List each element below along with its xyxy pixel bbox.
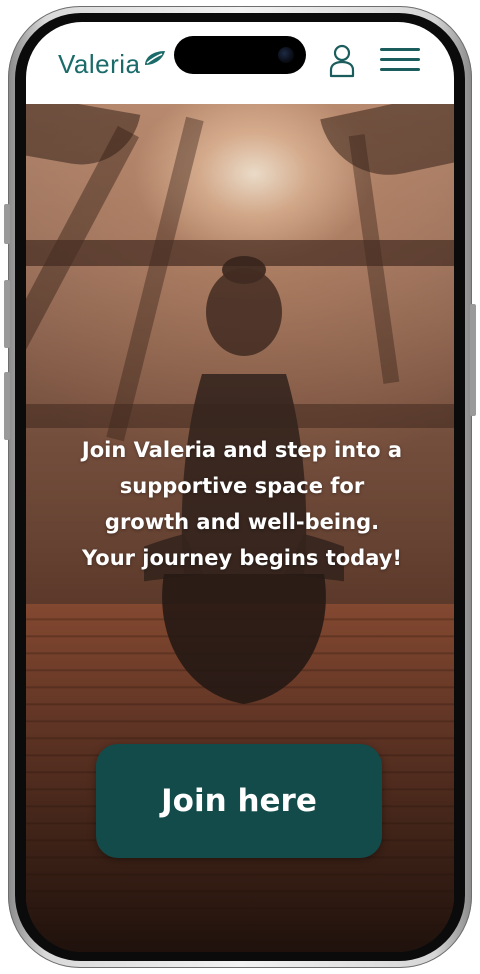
leaf-logo-icon [144,51,165,65]
brand-logo[interactable]: Valeria [58,47,167,81]
menu-button[interactable] [380,48,422,74]
phone-screen: Valeria Join Valeria and step into a sup… [26,22,454,952]
volume-up-button [4,280,10,348]
dynamic-island [174,36,306,74]
brand-name: Valeria [58,48,141,79]
power-button [470,304,476,416]
profile-button[interactable] [328,44,356,78]
join-button-label: Join here [161,783,317,819]
hero-message: Join Valeria and step into a supportive … [81,438,403,570]
user-icon [329,44,355,78]
join-button[interactable]: Join here [96,744,382,858]
action-button [4,204,10,244]
front-camera [278,47,294,63]
volume-down-button [4,372,10,440]
hero-section: Join Valeria and step into a supportive … [26,90,454,952]
